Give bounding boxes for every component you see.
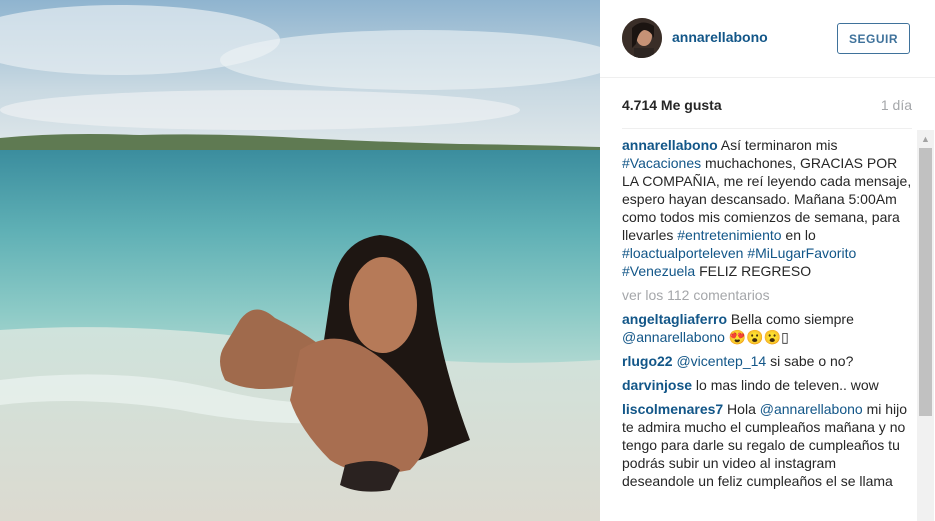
- caption-user[interactable]: annarellabono: [622, 137, 718, 153]
- caption-text: Así terminaron mis: [717, 137, 838, 153]
- comments-list: annarellabono Así terminaron mis #Vacaci…: [622, 136, 912, 496]
- avatar[interactable]: [622, 18, 662, 58]
- mention-link[interactable]: @annarellabono: [760, 401, 863, 417]
- comment-text: si sabe o no?: [766, 353, 854, 369]
- comment-user[interactable]: angeltagliaferro: [622, 311, 727, 327]
- comment-text: Hola: [723, 401, 760, 417]
- post-sidebar: annarellabono SEGUIR 4.714 Me gusta 1 dí…: [600, 0, 935, 521]
- hashtag-link[interactable]: #entretenimiento: [677, 227, 781, 243]
- view-more-comments-link[interactable]: ver los 112 comentarios: [622, 286, 912, 304]
- username-link[interactable]: annarellabono: [672, 29, 768, 45]
- hashtag-link[interactable]: #MiLugarFavorito: [747, 245, 856, 261]
- comment-text: Bella como siempre: [727, 311, 854, 327]
- comment-text: 😍😮😮▯: [724, 329, 789, 345]
- scroll-thumb[interactable]: [919, 148, 932, 416]
- caption-text: FELIZ REGRESO: [695, 263, 812, 279]
- post-time[interactable]: 1 día: [881, 97, 912, 113]
- caption: annarellabono Así terminaron mis #Vacaci…: [622, 136, 912, 280]
- comment-user[interactable]: liscolmenares7: [622, 401, 723, 417]
- hashtag-link[interactable]: #Venezuela: [622, 263, 695, 279]
- comment: liscolmenares7 Hola @annarellabono mi hi…: [622, 400, 912, 490]
- post-photo[interactable]: [0, 0, 600, 521]
- comment: darvinjose lo mas lindo de televen.. wow: [622, 376, 912, 394]
- hashtag-link[interactable]: #loactualporteleven: [622, 245, 743, 261]
- comment-user[interactable]: rlugo22: [622, 353, 673, 369]
- mention-link[interactable]: @vicentep_14: [676, 353, 766, 369]
- post-stats: 4.714 Me gusta 1 día: [622, 97, 912, 117]
- mention-link[interactable]: @annarellabono: [622, 329, 725, 345]
- hashtag-link[interactable]: #Vacaciones: [622, 155, 701, 171]
- caption-text: en lo: [781, 227, 816, 243]
- comment: rlugo22 @vicentep_14 si sabe o no?: [622, 352, 912, 370]
- comment: angeltagliaferro Bella como siempre @ann…: [622, 310, 912, 346]
- comment-text: lo mas lindo de televen.. wow: [692, 377, 879, 393]
- comments-scrollbar[interactable]: ▲: [917, 130, 934, 521]
- follow-button[interactable]: SEGUIR: [837, 23, 910, 54]
- divider: [622, 128, 912, 129]
- comment-user[interactable]: darvinjose: [622, 377, 692, 393]
- scroll-up-arrow-icon[interactable]: ▲: [917, 130, 934, 147]
- likes-count[interactable]: 4.714 Me gusta: [622, 97, 722, 113]
- post-header: annarellabono SEGUIR: [600, 0, 935, 78]
